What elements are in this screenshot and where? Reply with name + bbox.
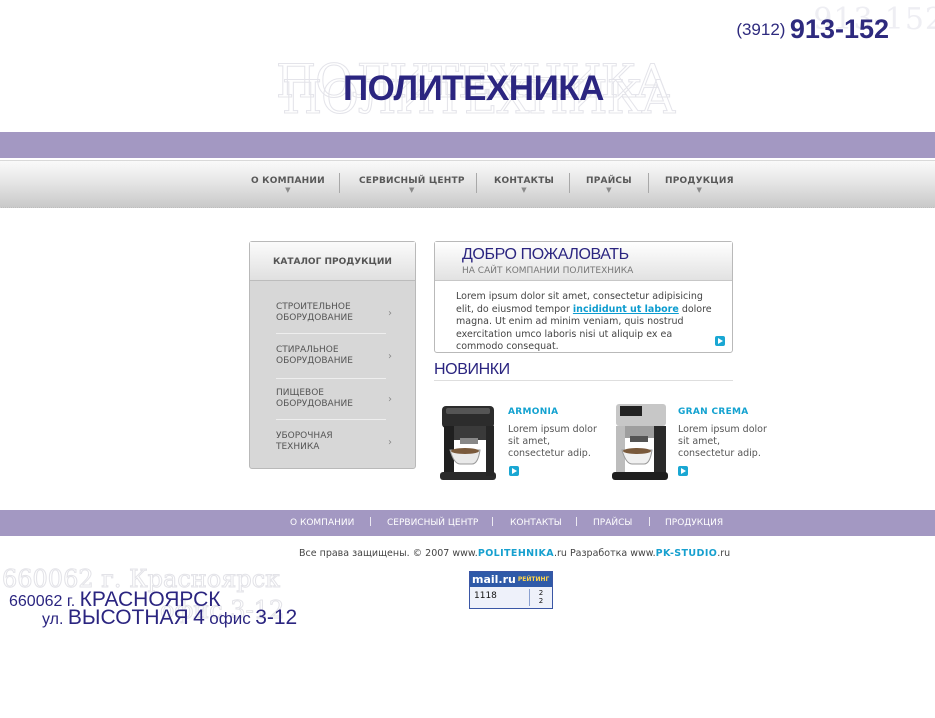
footer-separator: | [648,517,652,527]
footer-link-products[interactable]: ПРОДУКЦИЯ [665,518,723,528]
nav-label: О КОМПАНИИ [251,176,325,186]
nav-label: СЕРВИСНЫЙ ЦЕНТР [359,176,465,186]
catalog-item-construction[interactable]: СТРОИТЕЛЬНОЕ ОБОРУДОВАНИЕ › [276,302,392,324]
footer-link-prices[interactable]: ПРАЙСЫ [593,518,632,528]
copyright-text: .ru [717,548,731,559]
catalog-item-label: ПИЩЕВОЕ [276,388,324,398]
top-band [0,132,935,158]
footer-separator: | [491,517,495,527]
welcome-text: Lorem ipsum dolor sit amet, consectetur … [456,291,718,354]
arrow-right-icon[interactable] [509,466,519,476]
chevron-right-icon: › [388,394,392,405]
catalog-item-label: ОБОРУДОВАНИЕ [276,399,353,409]
catalog-panel: КАТАЛОГ ПРОДУКЦИИ СТРОИТЕЛЬНОЕ ОБОРУДОВА… [249,241,416,469]
product-description: Lorem ipsum dolor sit amet, consectetur … [678,424,767,459]
catalog-divider [276,378,386,379]
welcome-box: ДОБРО ПОЖАЛОВАТЬ НА САЙТ КОМПАНИИ ПОЛИТЕ… [434,241,733,353]
address-line-2: ул. ВЫСОТНАЯ 4 офис 3-12 [42,606,297,630]
nav-item-service[interactable]: СЕРВИСНЫЙ ЦЕНТР ▼ [359,176,465,195]
product-name[interactable]: GRAN CREMA [678,407,749,417]
address-office-label: офис [209,609,251,628]
address-office: 3-12 [255,606,298,629]
address-street-prefix: ул. [42,611,64,628]
chevron-down-icon: ▼ [285,186,291,194]
welcome-title: ДОБРО ПОЖАЛОВАТЬ [462,246,629,263]
catalog-item-label: СТИРАЛЬНОЕ [276,345,339,355]
welcome-subtitle: НА САЙТ КОМПАНИИ ПОЛИТЕХНИКА [462,266,634,276]
nav-item-prices[interactable]: ПРАЙСЫ ▼ [586,176,632,195]
catalog-item-label: ОБОРУДОВАНИЕ [276,313,353,323]
catalog-title: КАТАЛОГ ПРОДУКЦИИ [250,242,415,281]
address-street: ВЫСОТНАЯ [67,606,189,629]
news-title: НОВИНКИ [434,361,510,378]
catalog-item-food[interactable]: ПИЩЕВОЕ ОБОРУДОВАНИЕ › [276,388,392,410]
rating-count: 1118 [474,591,497,601]
site-logo[interactable]: ПОЛИТЕХНИКА [343,69,604,109]
catalog-item-label: ОБОРУДОВАНИЕ [276,356,353,366]
nav-item-contacts[interactable]: КОНТАКТЫ ▼ [494,176,554,195]
chevron-right-icon: › [388,351,392,362]
chevron-down-icon: ▼ [409,186,415,194]
header-phone: (3912) 913-152 [736,14,889,45]
welcome-link[interactable]: incididunt ut labore [573,304,679,315]
catalog-item-label: СТРОИТЕЛЬНОЕ [276,302,351,312]
rating-side: 2 2 [529,589,552,606]
footer-link-company[interactable]: О КОМПАНИИ [290,518,354,528]
nav-divider [339,173,340,193]
rating-header: mail.ru РЕЙТИНГ [470,572,552,587]
footer-nav: О КОМПАНИИ | СЕРВИСНЫЙ ЦЕНТР | КОНТАКТЫ … [0,510,935,536]
product-image-gran-crema[interactable] [610,400,672,484]
nav-divider [569,173,570,193]
footer-separator: | [369,517,373,527]
chevron-down-icon: ▼ [606,186,612,194]
copyright-text: .ru Разработка www. [553,548,656,559]
nav-item-products[interactable]: ПРОДУКЦИЯ ▼ [665,176,734,195]
catalog-item-laundry[interactable]: СТИРАЛЬНОЕ ОБОРУДОВАНИЕ › [276,345,392,367]
phone-code: (3912) [736,20,786,39]
catalog-item-cleaning[interactable]: УБОРОЧНАЯ ТЕХНИКА › [276,431,392,453]
product-image-armonia[interactable] [438,400,500,484]
arrow-right-icon[interactable] [715,336,725,346]
nav-label: ПРОДУКЦИЯ [665,176,734,186]
footer-link-contacts[interactable]: КОНТАКТЫ [510,518,562,528]
catalog-item-label: УБОРОЧНАЯ [276,431,333,441]
nav-label: КОНТАКТЫ [494,176,555,186]
chevron-down-icon: ▼ [696,186,703,194]
phone-number: 913-152 [789,14,889,44]
copyright: Все права защищены. © 2007 www.POLITEHNI… [299,548,730,559]
chevron-right-icon: › [388,437,392,448]
chevron-right-icon: › [388,308,392,319]
nav-label: ПРАЙСЫ [586,176,632,186]
product-description: Lorem ipsum dolor sit amet, consectetur … [508,424,597,459]
copyright-site-link[interactable]: POLITEHNIKA [478,548,554,559]
nav-dotted-line [0,207,935,208]
nav-item-company[interactable]: О КОМПАНИИ ▼ [251,176,325,195]
address-house: 4 [193,606,205,629]
catalog-divider [276,333,386,334]
arrow-right-icon[interactable] [678,466,688,476]
copyright-dev-link[interactable]: PK-STUDIO [656,548,718,559]
nav-divider [648,173,649,193]
footer-link-service[interactable]: СЕРВИСНЫЙ ЦЕНТР [387,518,478,528]
news-divider [434,380,733,381]
rating-side-bottom: 2 [538,597,544,605]
rating-brand: mail.ru [472,573,516,586]
rating-side-top: 2 [538,589,544,597]
footer-separator: | [575,517,579,527]
rating-label: РЕЙТИНГ [517,576,550,583]
catalog-item-label: ТЕХНИКА [276,442,320,452]
product-name[interactable]: ARMONIA [508,407,558,417]
copyright-text: Все права защищены. © 2007 www. [299,548,478,559]
main-nav: О КОМПАНИИ ▼ СЕРВИСНЫЙ ЦЕНТР ▼ КОНТАКТЫ … [0,160,935,208]
chevron-down-icon: ▼ [521,186,527,194]
catalog-divider [276,419,386,420]
nav-divider [476,173,477,193]
mailru-rating-counter[interactable]: mail.ru РЕЙТИНГ 1118 2 2 [469,571,553,609]
